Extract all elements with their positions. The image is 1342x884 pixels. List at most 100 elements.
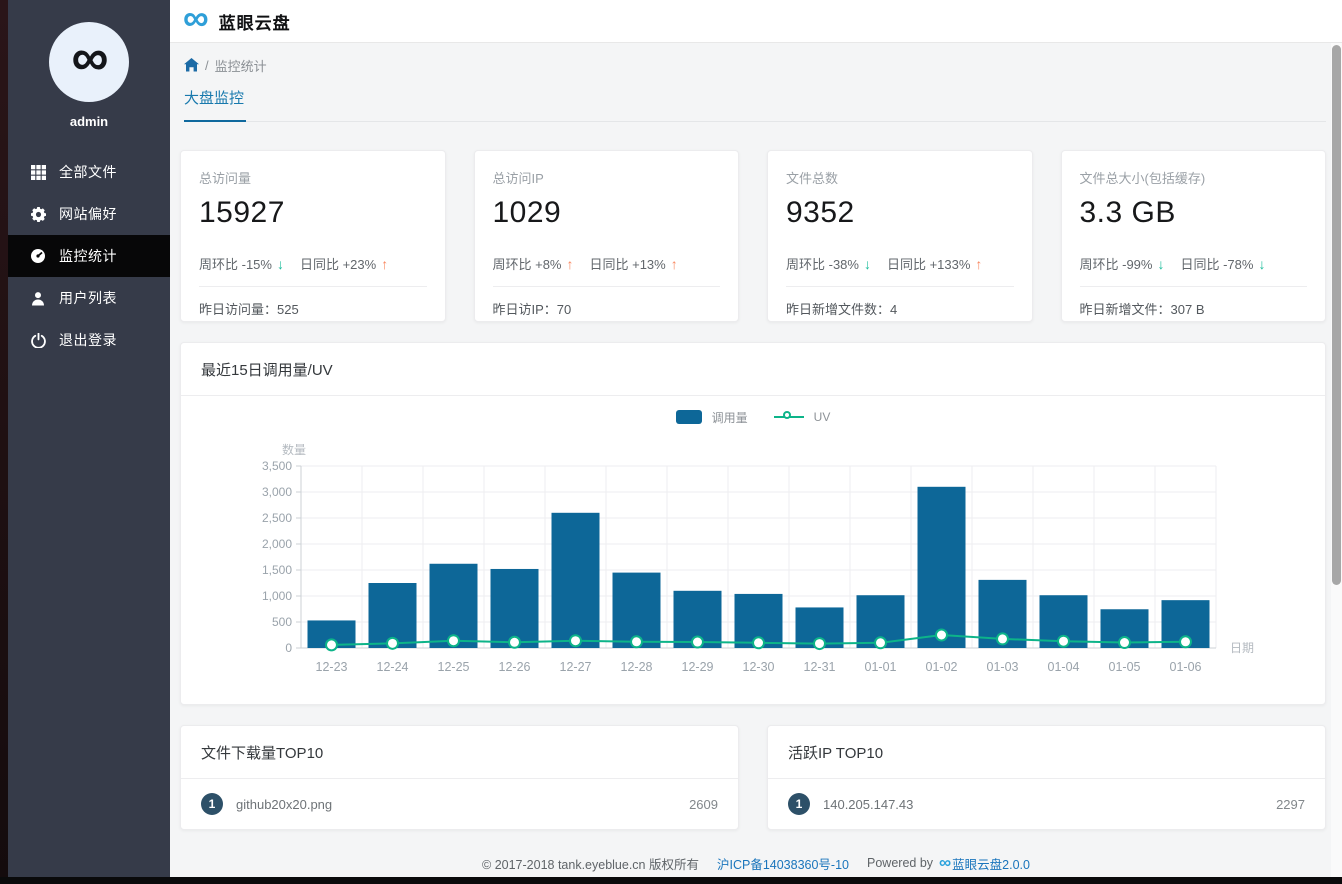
stat-footer-value: 307 B xyxy=(1170,302,1205,317)
list-title: 活跃IP TOP10 xyxy=(768,726,1325,779)
page-footer: © 2017-2018 tank.eyeblue.cn 版权所有 沪ICP备14… xyxy=(170,846,1342,877)
svg-text:12-30: 12-30 xyxy=(743,660,775,674)
list-item[interactable]: 1 140.205.147.43 2297 xyxy=(768,779,1325,829)
file-name: github20x20.png xyxy=(236,796,333,812)
day-compare: 日同比 +13% xyxy=(589,257,666,272)
svg-text:12-25: 12-25 xyxy=(438,660,470,674)
chart-legend: 调用量 UV xyxy=(181,396,1325,438)
legend-bar-label[interactable]: 调用量 xyxy=(712,409,748,426)
svg-text:500: 500 xyxy=(272,615,292,629)
trend-arrow-icon: ↑ xyxy=(975,255,983,272)
scrollbar-thumb[interactable] xyxy=(1332,45,1341,585)
list-card-active-ips: 活跃IP TOP10 1 140.205.147.43 2297 xyxy=(767,725,1326,830)
svg-text:2,500: 2,500 xyxy=(262,511,292,525)
rank-badge: 1 xyxy=(788,793,810,815)
rank-badge: 1 xyxy=(201,793,223,815)
stat-card-total-size: 文件总大小(包括缓存) 3.3 GB 周环比 -99% ↓ 日同比 -78% ↓ 昨… xyxy=(1060,150,1326,322)
list-title: 文件下载量TOP10 xyxy=(181,726,738,779)
stat-label: 文件总数 xyxy=(786,171,839,186)
main-content: / 监控统计 大盘监控 总访问量 15927 周环比 -15% ↓ 日同比 +23… xyxy=(170,43,1342,877)
stat-footer-label: 昨日访IP： xyxy=(492,302,557,317)
footer-logo-icon: ∞ xyxy=(939,853,951,873)
legend-line-swatch[interactable] xyxy=(773,411,804,423)
svg-text:01-05: 01-05 xyxy=(1109,660,1141,674)
list-card-file-downloads: 文件下载量TOP10 1 github20x20.png 2609 xyxy=(180,725,739,830)
breadcrumb: / 监控统计 xyxy=(170,43,1342,74)
day-compare: 日同比 -78% xyxy=(1180,257,1254,272)
sidebar-item-label: 监控统计 xyxy=(59,248,117,264)
legend-bar-swatch[interactable] xyxy=(675,410,702,424)
stat-compare: 周环比 -99% ↓ 日同比 -78% ↓ xyxy=(1080,254,1308,273)
visit-count: 2297 xyxy=(1276,796,1305,812)
week-compare: 周环比 -99% xyxy=(1079,257,1153,272)
svg-text:01-06: 01-06 xyxy=(1170,660,1202,674)
svg-text:12-23: 12-23 xyxy=(316,660,348,674)
week-compare: 周环比 -15% xyxy=(199,257,272,272)
stat-label: 文件总大小(包括缓存) xyxy=(1079,171,1206,186)
week-compare: 周环比 -38% xyxy=(786,257,859,272)
desktop-edge-bottom xyxy=(0,877,1342,884)
sidebar-item-logout[interactable]: 退出登录 xyxy=(8,319,170,361)
app-title: 蓝眼云盘 xyxy=(218,13,291,33)
breadcrumb-current: 监控统计 xyxy=(214,58,267,74)
stat-footer: 昨日新增文件数：4 xyxy=(786,287,1014,330)
legend-line-label[interactable]: UV xyxy=(814,410,831,424)
sidebar: ∞ admin 全部文件 网站偏好 监控统计 用户列表 退出登录 xyxy=(8,0,170,877)
stat-value: 3.3 GB xyxy=(1079,196,1176,229)
icp-link[interactable]: 沪ICP备14038360号-10 xyxy=(717,854,849,873)
stat-footer-label: 昨日访问量： xyxy=(199,302,278,317)
download-count: 2609 xyxy=(689,796,718,812)
home-icon[interactable] xyxy=(184,58,199,72)
app-window: ∞ admin 全部文件 网站偏好 监控统计 用户列表 退出登录 ∞ 蓝眼云盘 … xyxy=(0,0,1342,884)
sidebar-item-monitor-stats[interactable]: 监控统计 xyxy=(8,235,170,277)
list-item[interactable]: 1 github20x20.png 2609 xyxy=(181,779,738,829)
stat-footer-value: 525 xyxy=(277,302,299,317)
ip-address: 140.205.147.43 xyxy=(823,796,914,812)
top-lists-row: 文件下载量TOP10 1 github20x20.png 2609 活跃IP T… xyxy=(180,725,1326,830)
app-logo-icon: ∞ xyxy=(183,0,209,38)
sidebar-item-site-preferences[interactable]: 网站偏好 xyxy=(8,193,170,235)
stat-compare: 周环比 +8% ↑ 日同比 +13% ↑ xyxy=(493,254,721,273)
svg-text:01-01: 01-01 xyxy=(865,660,897,674)
trend-arrow-icon: ↑ xyxy=(670,255,678,272)
stat-footer: 昨日访问量：525 xyxy=(199,287,427,330)
stat-footer-value: 4 xyxy=(890,302,898,317)
tab-dashboard-monitor[interactable]: 大盘监控 xyxy=(184,87,247,122)
trend-arrow-icon: ↓ xyxy=(1258,255,1266,272)
svg-text:12-31: 12-31 xyxy=(804,660,836,674)
dashboard-icon xyxy=(30,248,46,264)
grid-icon xyxy=(30,164,46,180)
stat-footer: 昨日访IP：70 xyxy=(493,287,721,330)
sidebar-item-label: 网站偏好 xyxy=(59,206,117,222)
stat-card-total-visits: 总访问量 15927 周环比 -15% ↓ 日同比 +23% ↑ 昨日访问量：525 xyxy=(180,150,446,322)
bar-line-chart[interactable]: 0 500 1,000 1,500 2,000 2,500 3,000 3,500 数量日期 12… xyxy=(181,438,1323,705)
sidebar-item-label: 用户列表 xyxy=(59,290,117,306)
sidebar-item-user-list[interactable]: 用户列表 xyxy=(8,277,170,319)
stat-footer-value: 70 xyxy=(556,302,572,317)
svg-text:3,000: 3,000 xyxy=(262,485,292,499)
svg-text:01-04: 01-04 xyxy=(1048,660,1080,674)
sidebar-item-label: 全部文件 xyxy=(59,164,117,180)
avatar[interactable]: ∞ xyxy=(49,22,129,102)
week-compare: 周环比 +8% xyxy=(492,257,562,272)
sidebar-item-all-files[interactable]: 全部文件 xyxy=(8,151,170,193)
sidebar-menu: 全部文件 网站偏好 监控统计 用户列表 退出登录 xyxy=(8,151,170,361)
svg-text:12-29: 12-29 xyxy=(682,660,714,674)
product-version-link[interactable]: 蓝眼云盘2.0.0 xyxy=(952,854,1030,873)
stat-footer-label: 昨日新增文件： xyxy=(1079,302,1171,317)
svg-text:12-28: 12-28 xyxy=(621,660,653,674)
stat-label: 总访问量 xyxy=(199,171,252,186)
powered-by-text: Powered by xyxy=(867,856,934,870)
vertical-scrollbar[interactable] xyxy=(1331,43,1342,877)
svg-text:3,500: 3,500 xyxy=(262,459,292,473)
breadcrumb-separator: / xyxy=(205,57,209,73)
app-header: ∞ 蓝眼云盘 xyxy=(170,0,1342,43)
svg-text:12-26: 12-26 xyxy=(499,660,531,674)
trend-arrow-icon: ↓ xyxy=(276,255,284,272)
svg-text:1,500: 1,500 xyxy=(262,563,292,577)
stat-value: 1029 xyxy=(492,196,562,229)
svg-text:数量: 数量 xyxy=(282,442,306,457)
trend-arrow-icon: ↑ xyxy=(381,255,389,272)
svg-text:日期: 日期 xyxy=(1230,641,1254,655)
copyright-text: © 2017-2018 tank.eyeblue.cn 版权所有 xyxy=(482,857,699,872)
